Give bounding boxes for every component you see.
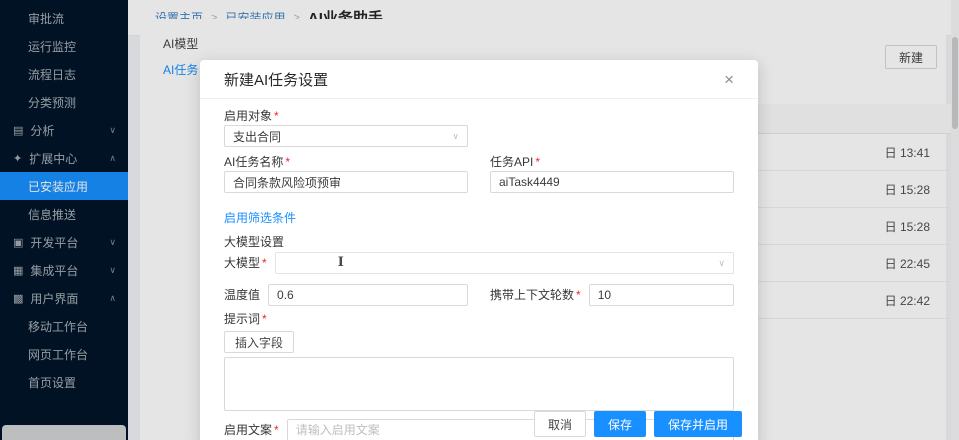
- close-icon[interactable]: ×: [724, 71, 734, 88]
- prompt-label: 提示词*: [224, 312, 734, 326]
- required-asterisk: *: [262, 312, 267, 326]
- model-label: 大模型*: [224, 256, 267, 270]
- task-name-input[interactable]: [224, 171, 468, 193]
- required-asterisk: *: [535, 155, 540, 169]
- required-asterisk: *: [274, 423, 279, 437]
- save-and-enable-button[interactable]: 保存并启用: [654, 411, 742, 437]
- new-ai-task-modal: 新建AI任务设置 × 启用对象* 支出合同 ∨ AI任务名称* 任务API*: [200, 60, 758, 440]
- save-button[interactable]: 保存: [594, 411, 646, 437]
- context-rounds-label: 携带上下文轮数*: [490, 288, 581, 302]
- insert-field-button[interactable]: 插入字段: [224, 331, 294, 353]
- required-asterisk: *: [576, 288, 581, 302]
- required-asterisk: *: [285, 155, 290, 169]
- model-select[interactable]: I ∨: [275, 252, 734, 274]
- temperature-input[interactable]: [268, 284, 468, 306]
- required-asterisk: *: [274, 109, 279, 123]
- task-api-label: 任务API*: [490, 155, 734, 169]
- modal-footer: 取消 保存 保存并启用: [534, 411, 742, 437]
- task-name-label: AI任务名称*: [224, 155, 468, 169]
- temperature-label: 温度值: [224, 288, 260, 302]
- filter-condition-link[interactable]: 启用筛选条件: [224, 211, 296, 225]
- enable-target-value: 支出合同: [233, 128, 281, 145]
- context-rounds-input[interactable]: [589, 284, 734, 306]
- enable-target-select[interactable]: 支出合同 ∨: [224, 125, 468, 147]
- task-api-input[interactable]: [490, 171, 734, 193]
- chevron-down-icon: ∨: [452, 131, 459, 142]
- cancel-button[interactable]: 取消: [534, 411, 586, 437]
- prompt-textarea[interactable]: [224, 357, 734, 411]
- text-cursor-ibeam: I: [338, 255, 344, 270]
- enable-text-label: 启用文案*: [224, 423, 279, 437]
- required-asterisk: *: [262, 256, 267, 270]
- model-section-label: 大模型设置: [224, 235, 734, 249]
- modal-title: 新建AI任务设置: [224, 69, 328, 90]
- enable-target-label: 启用对象*: [224, 109, 734, 123]
- chevron-down-icon: ∨: [718, 258, 725, 269]
